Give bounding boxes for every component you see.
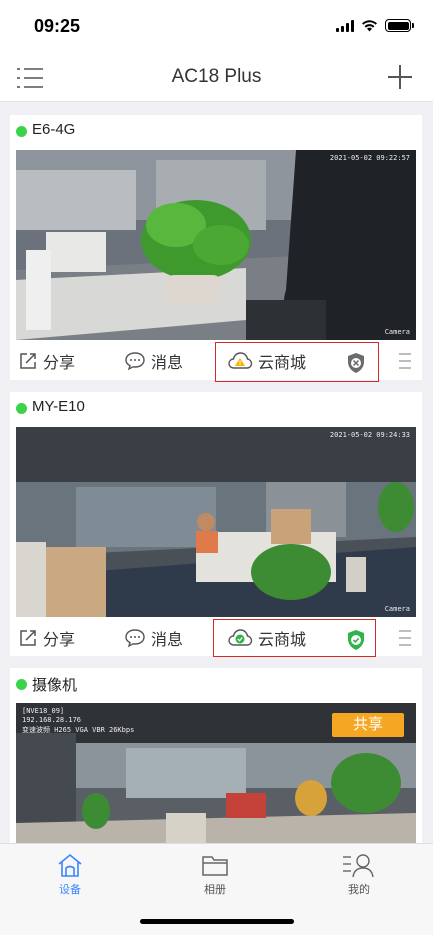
- camera-preview[interactable]: 2021-05-02 09:22:57 Camera: [16, 150, 416, 340]
- online-status-dot: [16, 126, 27, 137]
- device-name: MY-E10: [32, 398, 85, 415]
- share-icon: [20, 353, 36, 369]
- tab-label: 设备: [59, 884, 81, 896]
- cloud-store-label: 云商城: [258, 632, 307, 649]
- tab-label: 我的: [348, 884, 370, 896]
- status-bar: 09:25: [0, 0, 433, 52]
- online-status-dot: [16, 679, 27, 690]
- share-button[interactable]: 分享: [18, 626, 75, 650]
- message-button[interactable]: 消息: [124, 349, 183, 373]
- osd-label: Camera: [384, 605, 410, 613]
- osd-stream-info: 变速波频 H265 VGA VBR 26Kbps: [22, 726, 135, 734]
- share-label: 分享: [43, 355, 76, 372]
- share-label: 分享: [43, 632, 76, 649]
- online-status-dot: [16, 403, 27, 414]
- device-name: E6-4G: [32, 121, 76, 138]
- message-label: 消息: [151, 355, 184, 372]
- more-options-icon[interactable]: [398, 629, 412, 647]
- device-card: 摄像机 [NVE18_09] 192.168.28.176 变速波频 H265 …: [10, 668, 422, 843]
- nav-bar: AC18 Plus: [0, 52, 433, 102]
- share-button[interactable]: 分享: [18, 349, 75, 373]
- status-icons: [336, 19, 414, 32]
- page-title: AC18 Plus: [171, 66, 262, 87]
- device-header: MY-E10: [10, 392, 422, 424]
- camera-frame-image: [16, 150, 416, 340]
- camera-preview[interactable]: [NVE18_09] 192.168.28.176 变速波频 H265 VGA …: [16, 703, 416, 843]
- cloud-check-icon: [228, 629, 253, 646]
- cloud-store-label: 云商城: [258, 355, 307, 372]
- camera-preview[interactable]: 2021-05-02 09:24:33 Camera: [16, 427, 416, 617]
- device-actions: 分享 消息 云商城: [10, 340, 422, 382]
- message-icon: [125, 352, 145, 371]
- wifi-icon: [362, 20, 377, 32]
- cloud-warning-icon: [228, 352, 253, 369]
- tab-label: 相册: [204, 884, 226, 896]
- cellular-signal-icon: [336, 19, 354, 32]
- osd-label: Camera: [384, 328, 410, 336]
- device-header: 摄像机: [10, 668, 422, 700]
- device-header: E6-4G: [10, 115, 422, 147]
- cloud-store-button[interactable]: 云商城: [227, 349, 306, 373]
- user-icon: [343, 854, 374, 878]
- device-actions: 分享 消息 云商城: [10, 617, 422, 657]
- tab-profile[interactable]: 我的: [319, 852, 399, 897]
- device-card: MY-E10 2021-05-02 09:24:33 Camera 分享 消息 …: [10, 392, 422, 657]
- osd-timestamp: 2021-05-02 09:24:33: [329, 431, 410, 439]
- home-indicator: [140, 919, 294, 924]
- more-options-icon[interactable]: [398, 352, 412, 370]
- tab-album[interactable]: 相册: [175, 852, 255, 897]
- shared-badge: 共享: [332, 713, 404, 737]
- osd-device-id: [NVE18_09]: [22, 707, 65, 715]
- message-icon: [125, 629, 145, 648]
- battery-icon: [385, 19, 414, 32]
- device-list[interactable]: E6-4G 2021-05-02 09:22:57 Camera 分享 消息 云…: [0, 103, 433, 843]
- add-device-icon[interactable]: [387, 64, 413, 90]
- device-card: E6-4G 2021-05-02 09:22:57 Camera 分享 消息 云…: [10, 115, 422, 382]
- message-label: 消息: [151, 632, 184, 649]
- tab-devices[interactable]: 设备: [30, 852, 110, 897]
- osd-ip-address: 192.168.28.176: [22, 716, 82, 724]
- status-time: 09:25: [34, 16, 81, 36]
- folder-icon: [202, 856, 228, 876]
- osd-timestamp: 2021-05-02 09:22:57: [329, 154, 410, 162]
- home-icon: [58, 853, 82, 877]
- cloud-store-button[interactable]: 云商城: [227, 626, 306, 650]
- shield-active-icon: [348, 630, 364, 650]
- message-button[interactable]: 消息: [124, 626, 183, 650]
- device-name: 摄像机: [32, 677, 78, 694]
- shield-inactive-icon: [348, 353, 364, 373]
- camera-frame-image: [16, 427, 416, 617]
- share-icon: [20, 630, 36, 646]
